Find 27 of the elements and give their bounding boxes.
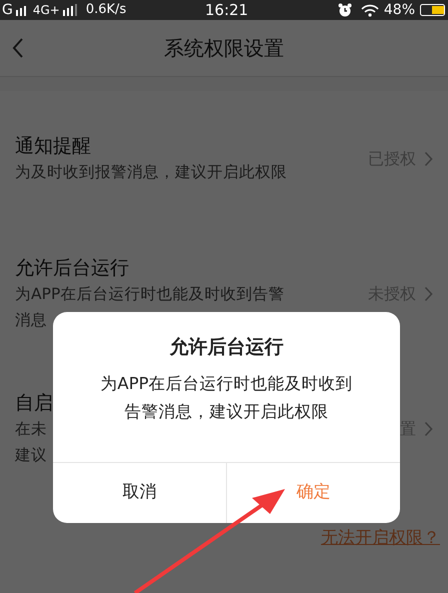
permission-description: 为及时收到报警消息，建议开启此权限 [15,162,287,182]
signal-icon [14,4,29,16]
permission-description: 建议 [15,444,47,466]
permission-description: 消息 [15,310,47,330]
network-label: 4G+ [32,2,60,19]
battery-percent: 48% [384,0,415,20]
permission-description: 在未 [15,418,47,440]
signal-icon [62,4,78,16]
help-link[interactable]: 无法开启权限？ [321,526,440,552]
network-speed: 0.6K/s [86,1,126,20]
battery-icon [420,4,446,16]
dialog-message: 为APP在后台运行时也能及时收到 告警消息，建议开启此权限 [99,373,354,423]
dialog-title: 允许后台运行 [168,335,284,360]
permission-title: 允许后台运行 [15,256,129,280]
alarm-icon [338,3,352,17]
permission-title: 通知提醒 [15,134,91,158]
clock-time: 16:21 [205,0,248,21]
permission-title: 自启 [15,390,53,416]
wifi-icon [360,4,379,16]
chevron-icon [424,150,433,166]
chevron-icon [424,420,433,436]
cancel-button[interactable]: 取消 [53,463,226,523]
back-icon[interactable] [12,37,24,59]
chevron-icon [424,286,433,302]
network-label: G [2,0,13,20]
page-title: 系统权限设置 [163,35,285,62]
permission-description: 为APP在后台运行时也能及时收到告警 [15,284,284,304]
